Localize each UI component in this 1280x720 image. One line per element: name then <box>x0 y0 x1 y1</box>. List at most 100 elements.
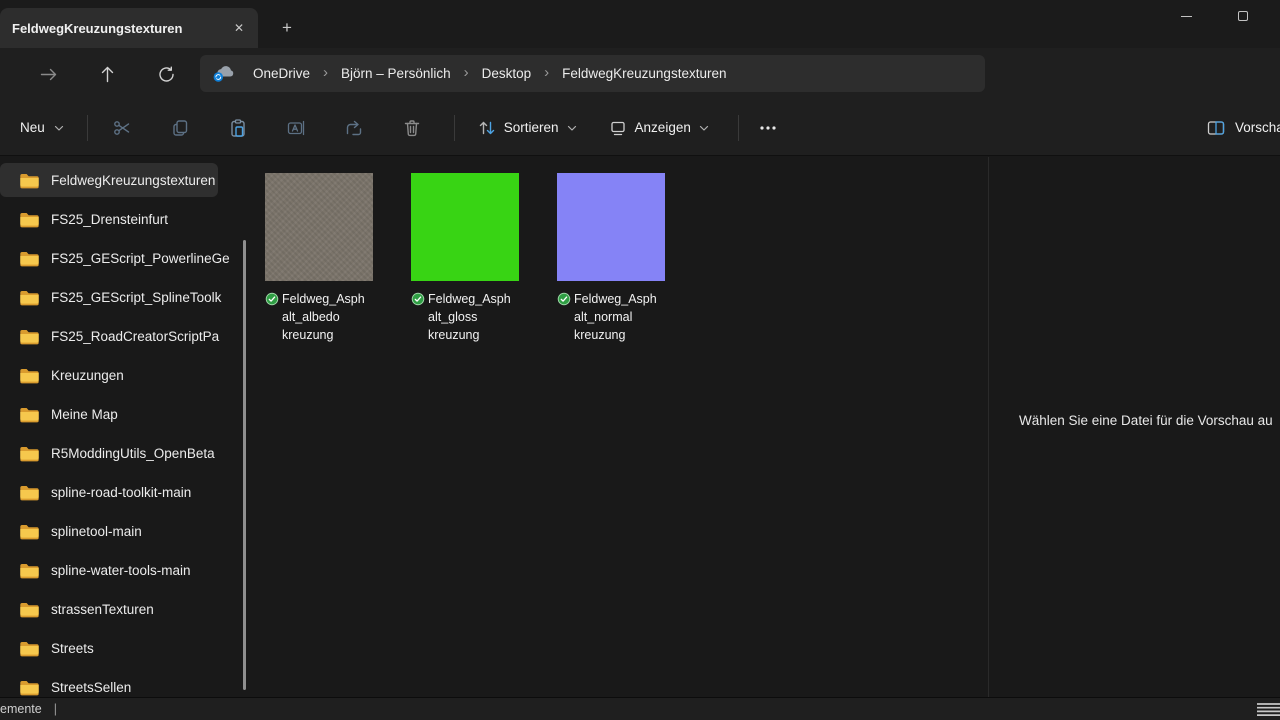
sidebar-item-label: R5ModdingUtils_OpenBeta <box>51 446 215 461</box>
breadcrumb-user[interactable]: Björn – Persönlich <box>330 62 462 85</box>
delete-button[interactable] <box>392 110 432 146</box>
item-count-text: emente <box>0 702 42 716</box>
synced-check-icon <box>411 292 425 306</box>
file-thumbnail <box>265 173 373 281</box>
chevron-down-icon <box>698 122 710 134</box>
new-button-label: Neu <box>20 120 45 135</box>
file-item[interactable]: Feldweg_Asphalt_normalkreuzung <box>557 173 665 344</box>
share-button[interactable] <box>334 110 374 146</box>
sidebar-list: ›FeldwegKreuzungstexturen ›FS25_Drenstein… <box>0 163 238 697</box>
sidebar-item[interactable]: ›FS25_GEScript_SplineToolk <box>0 280 238 314</box>
breadcrumb-desktop[interactable]: Desktop <box>471 62 543 85</box>
preview-toggle-label: Vorschau <box>1235 120 1280 135</box>
file-name-line: alt_albedo <box>282 308 373 326</box>
file-item[interactable]: Feldweg_Asphalt_albedokreuzung <box>265 173 373 344</box>
sidebar: ›FeldwegKreuzungstexturen ›FS25_Drenstein… <box>0 157 238 697</box>
explorer-tab[interactable]: FeldwegKreuzungstexturen ✕ <box>0 8 258 48</box>
paste-button[interactable] <box>218 110 258 146</box>
toolbar-separator <box>454 115 455 141</box>
sidebar-item[interactable]: ›R5ModdingUtils_OpenBeta <box>0 436 238 470</box>
preview-pane: Wählen Sie eine Datei für die Vorschau a… <box>988 157 1280 697</box>
file-name-line: kreuzung <box>574 326 665 344</box>
sidebar-item-label: FS25_RoadCreatorScriptPa <box>51 329 219 344</box>
sidebar-item[interactable]: ›Meine Map <box>0 397 238 431</box>
chevron-right-icon: › <box>462 64 471 83</box>
folder-icon <box>19 406 40 423</box>
forward-button[interactable] <box>32 58 64 90</box>
sidebar-item[interactable]: ›spline-water-tools-main <box>0 553 238 587</box>
sidebar-item[interactable]: ›FS25_Drensteinfurt <box>0 202 238 236</box>
folder-icon <box>19 172 40 189</box>
toolbar-separator <box>738 115 739 141</box>
folder-icon <box>19 211 40 228</box>
sidebar-item[interactable]: ›Streets <box>0 631 238 665</box>
breadcrumb-onedrive[interactable]: OneDrive <box>242 62 321 85</box>
file-grid: Feldweg_Asphalt_albedokreuzungFeldweg_As… <box>250 157 988 344</box>
sidebar-item-label: Kreuzungen <box>51 368 124 383</box>
sidebar-item[interactable]: ›spline-road-toolkit-main <box>0 475 238 509</box>
sidebar-item[interactable]: ›FeldwegKreuzungstexturen <box>0 163 218 197</box>
breadcrumb-current-folder[interactable]: FeldwegKreuzungstexturen <box>551 62 737 85</box>
preview-pane-icon <box>1206 118 1226 138</box>
sidebar-item[interactable]: ›Kreuzungen <box>0 358 238 392</box>
sort-button-label: Sortieren <box>504 120 559 135</box>
sidebar-item[interactable]: ›FS25_GEScript_PowerlineGe <box>0 241 238 275</box>
folder-icon <box>19 562 40 579</box>
folder-icon <box>19 250 40 267</box>
file-thumbnail <box>557 173 665 281</box>
rename-icon <box>286 118 306 138</box>
file-name-line: Feldweg_Asph <box>428 290 519 308</box>
status-bar: emente | <box>0 697 1280 720</box>
view-button[interactable]: Anzeigen <box>600 112 718 144</box>
file-name-line: kreuzung <box>428 326 519 344</box>
folder-icon <box>19 445 40 462</box>
chevron-right-icon: › <box>321 64 330 83</box>
minimize-button[interactable] <box>1163 0 1209 32</box>
file-list-area[interactable]: Feldweg_Asphalt_albedokreuzungFeldweg_As… <box>250 157 988 697</box>
sidebar-item[interactable]: ›strassenTexturen <box>0 592 238 626</box>
file-item[interactable]: Feldweg_Asphalt_glosskreuzung <box>411 173 519 344</box>
sidebar-item-label: spline-water-tools-main <box>51 563 191 578</box>
folder-icon <box>19 328 40 345</box>
tab-close-icon[interactable]: ✕ <box>226 15 252 41</box>
chevron-right-icon: › <box>542 64 551 83</box>
folder-icon <box>19 679 40 696</box>
sort-button[interactable]: Sortieren <box>469 112 586 144</box>
refresh-icon <box>157 65 176 84</box>
sidebar-item[interactable]: ›StreetsSellen <box>0 670 238 697</box>
maximize-icon <box>1238 11 1248 21</box>
folder-icon <box>19 640 40 657</box>
navigation-bar: OneDrive › Björn – Persönlich › Desktop … <box>0 48 1280 100</box>
sidebar-item-label: FS25_GEScript_SplineToolk <box>51 290 221 305</box>
arrow-up-icon <box>98 65 117 84</box>
new-tab-button[interactable]: + <box>274 15 300 41</box>
file-name-line: Feldweg_Asph <box>574 290 665 308</box>
rename-button[interactable] <box>276 110 316 146</box>
status-separator: | <box>54 702 57 716</box>
command-bar: Neu Sortieren Anzeigen Vorschau <box>0 100 1280 156</box>
sidebar-item[interactable]: ›FS25_RoadCreatorScriptPa <box>0 319 238 353</box>
details-view-button[interactable] <box>1256 702 1280 717</box>
sort-icon <box>477 118 497 138</box>
copy-button[interactable] <box>160 110 200 146</box>
synced-check-icon <box>265 292 279 306</box>
folder-icon <box>19 367 40 384</box>
file-thumbnail <box>411 173 519 281</box>
new-button[interactable]: Neu <box>14 114 71 141</box>
up-button[interactable] <box>91 58 123 90</box>
more-options-button[interactable] <box>749 119 787 137</box>
cut-button[interactable] <box>102 110 142 146</box>
scissors-icon <box>112 118 132 138</box>
sidebar-item-label: StreetsSellen <box>51 680 131 695</box>
preview-toggle-button[interactable]: Vorschau <box>1206 100 1280 155</box>
more-icon <box>759 125 777 131</box>
address-bar[interactable]: OneDrive › Björn – Persönlich › Desktop … <box>200 55 985 92</box>
sidebar-item-label: FS25_Drensteinfurt <box>51 212 168 227</box>
folder-icon <box>19 523 40 540</box>
maximize-button[interactable] <box>1220 0 1266 32</box>
sidebar-scrollbar[interactable] <box>243 240 246 690</box>
copy-icon <box>170 118 190 138</box>
refresh-button[interactable] <box>150 58 182 90</box>
sidebar-item[interactable]: ›splinetool-main <box>0 514 238 548</box>
details-view-icon <box>1256 702 1280 717</box>
